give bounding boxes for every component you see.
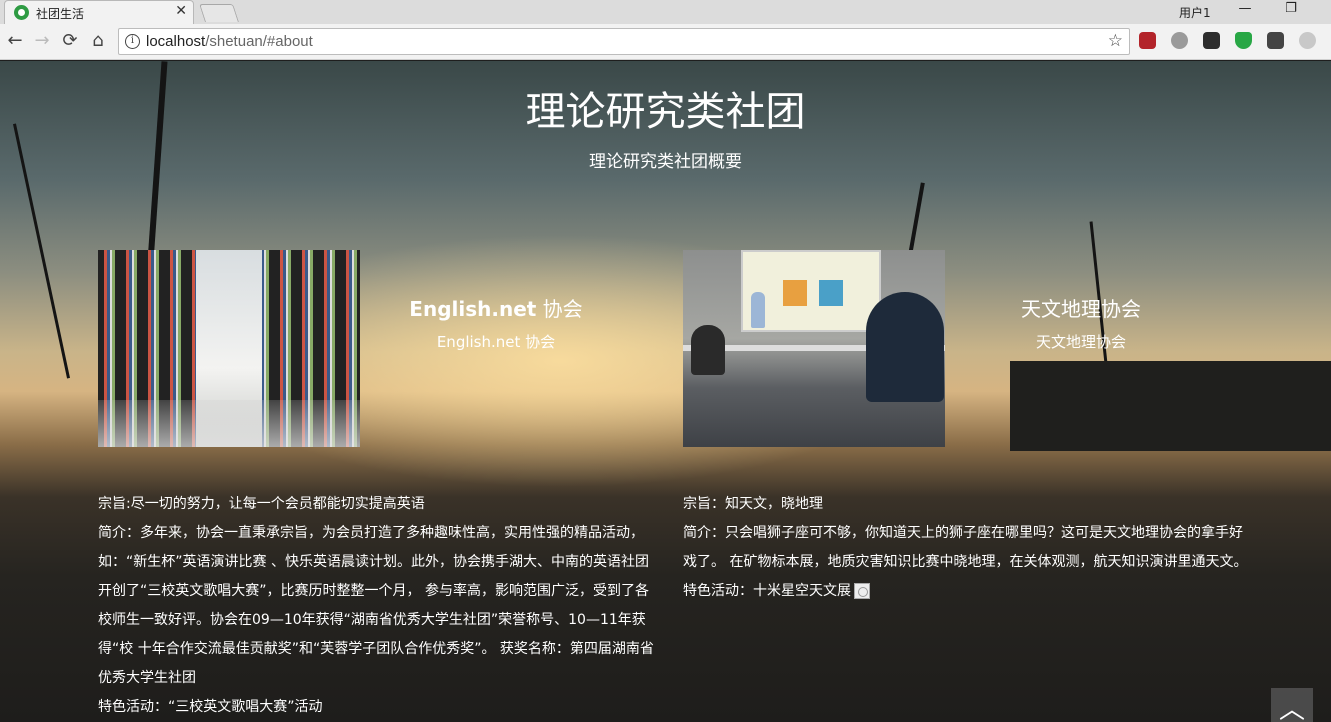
club-intro: 简介：只会唱狮子座可不够，你知道天上的狮子座在哪里吗？这可是天文地理协会的拿手好…	[683, 525, 1248, 570]
back-to-top-button[interactable]: ︿	[1271, 688, 1313, 722]
bookmark-star-icon[interactable]: ☆	[1108, 31, 1123, 51]
browser-tab[interactable]: 社团生活 ✕	[4, 0, 194, 24]
library-club-image	[98, 250, 360, 447]
restore-icon[interactable]: ❐	[1276, 1, 1306, 16]
library-floor	[98, 400, 360, 447]
panda-favicon-icon	[14, 5, 29, 20]
url-path: /shetuan/#about	[205, 33, 313, 50]
speaker-figure	[751, 292, 765, 328]
shield-extension-icon[interactable]	[1235, 32, 1252, 49]
tab-title: 社团生活	[36, 7, 85, 21]
club-subname-english: English.net 协会	[436, 333, 556, 351]
extension-icon-5[interactable]	[1267, 32, 1284, 49]
site-info-icon[interactable]: i	[125, 34, 140, 49]
back-icon[interactable]: ←	[4, 30, 26, 52]
browser-tab-bar: 社团生活 ✕ 用户1 — ❐	[0, 0, 1331, 24]
club-description-astronomy: 宗旨：知天文，晓地理 简介：只会唱狮子座可不够，你知道天上的狮子座在哪里吗？这可…	[683, 490, 1248, 606]
club-subname-astronomy: 天文地理协会	[1035, 333, 1126, 351]
classroom-club-image	[683, 250, 945, 447]
building-silhouette	[1010, 361, 1331, 451]
club-name-astronomy: 天文地理协会	[1021, 297, 1141, 321]
club-name-english-rest: 协会	[536, 297, 583, 321]
extension-icon-6[interactable]	[1299, 32, 1316, 49]
browser-toolbar: ← → ⟳ ⌂ i localhost/shetuan/#about ☆	[0, 24, 1331, 60]
address-bar[interactable]: i localhost/shetuan/#about ☆	[118, 28, 1130, 55]
reload-icon[interactable]: ⟳	[59, 30, 81, 52]
url-host: localhost	[146, 33, 206, 50]
ublock-extension-icon[interactable]	[1139, 32, 1156, 49]
club-description-english: 宗旨:尽一切的努力，让每一个会员都能切实提高英语 简介：多年来，协会一直秉承宗旨…	[98, 490, 658, 722]
audience-figure	[691, 325, 725, 375]
new-tab-button[interactable]	[199, 4, 239, 22]
chevron-up-icon: ︿	[1278, 695, 1305, 722]
broken-image-icon	[854, 583, 870, 599]
url-text: localhost/shetuan/#about	[146, 33, 313, 50]
page-title: 理论研究类社团	[525, 89, 806, 135]
minimize-icon[interactable]: —	[1230, 1, 1260, 16]
forward-icon[interactable]: →	[31, 30, 53, 52]
club-intro: 简介：多年来，协会一直秉承宗旨，为会员打造了多种趣味性高，实用性强的精品活动，如…	[98, 525, 654, 686]
page-content: 理论研究类社团 理论研究类社团概要 English.net 协会 English…	[0, 61, 1331, 722]
page-subtitle: 理论研究类社团概要	[589, 152, 742, 172]
home-icon[interactable]: ⌂	[87, 30, 109, 52]
extension-icon-3[interactable]	[1203, 32, 1220, 49]
audience-figure	[866, 292, 944, 402]
extension-icon-2[interactable]	[1171, 32, 1188, 49]
club-feature: 特色活动：“三校英文歌唱大赛”活动	[98, 699, 323, 715]
profile-user-label[interactable]: 用户1	[1179, 4, 1211, 21]
club-name-english: English.net 协会	[366, 293, 626, 322]
club-purpose: 宗旨:尽一切的努力，让每一个会员都能切实提高英语	[98, 496, 425, 512]
club-feature: 特色活动：十米星空天文展	[683, 577, 1248, 606]
club-feature-text: 特色活动：十米星空天文展	[683, 583, 851, 599]
tab-close-icon[interactable]: ✕	[175, 3, 187, 19]
club-purpose: 宗旨：知天文，晓地理	[683, 496, 823, 512]
club-name-english-bold: English.net	[409, 297, 537, 321]
